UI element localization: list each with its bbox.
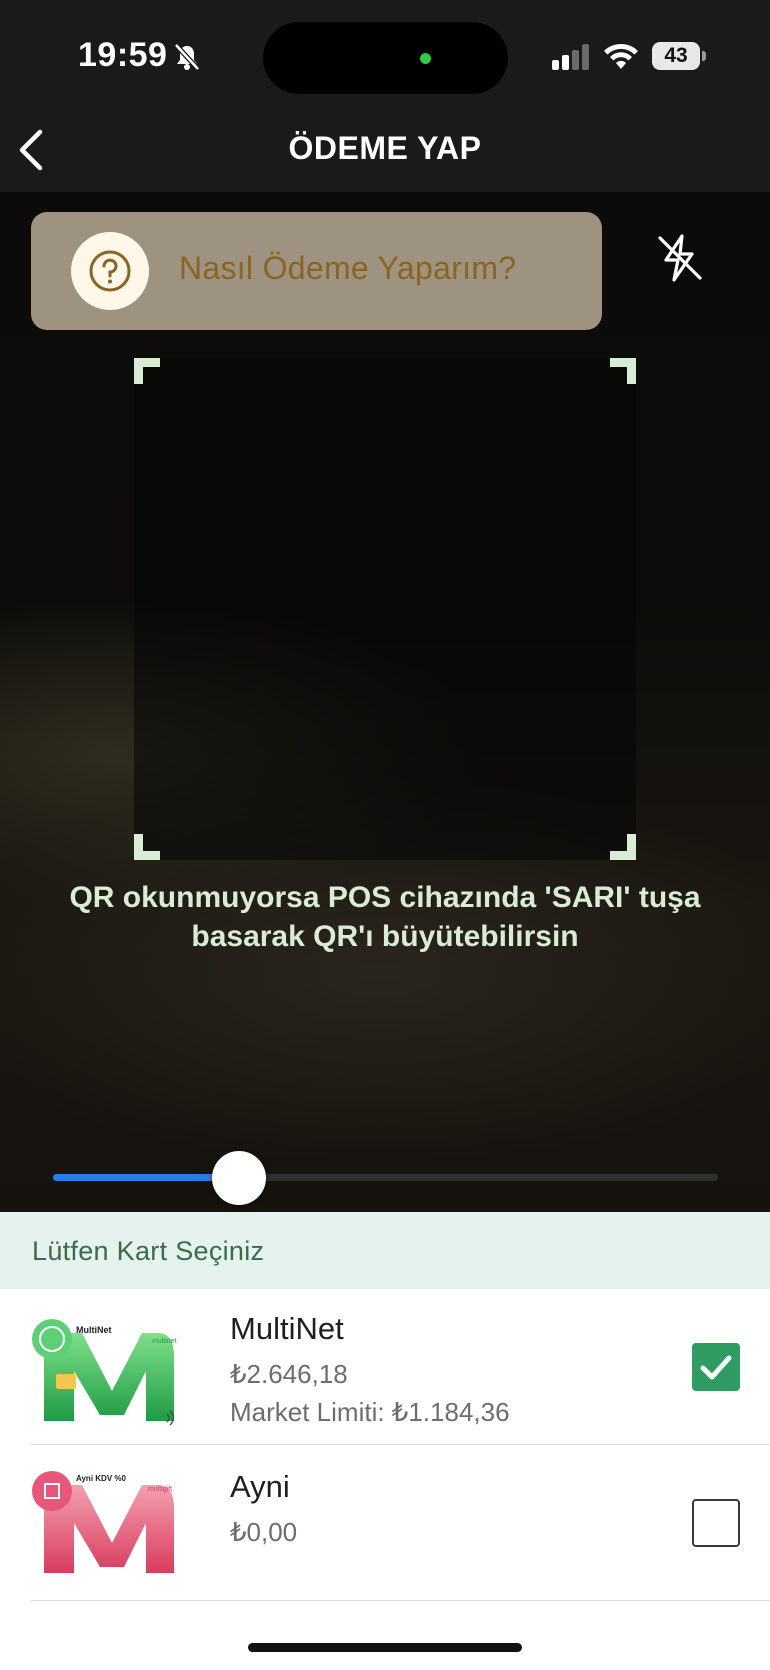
ayni-card-brand: multigift (148, 1486, 172, 1493)
page-title: ÖDEME YAP (288, 130, 482, 166)
camera-indicator-dot (420, 53, 431, 64)
flash-off-icon[interactable] (652, 230, 708, 286)
how-to-pay-label: Nasıl Ödeme Yaparım? (179, 250, 517, 286)
multinet-card-brand: multinet (152, 1338, 177, 1345)
frame-corner-top-right (610, 358, 636, 384)
card-name: MultiNet (230, 1311, 344, 1346)
qr-scan-frame (134, 358, 636, 860)
checkmark-icon (700, 1355, 732, 1380)
battery-level: 43 (652, 42, 700, 70)
card-balance: ₺0,00 (230, 1517, 298, 1547)
card-checkbox-multinet[interactable] (692, 1343, 740, 1391)
ayni-card-image: Ayni KDV %0 multigift (32, 1471, 174, 1573)
card-market-limit: Market Limiti: ₺1.184,36 (230, 1397, 510, 1427)
home-indicator[interactable] (248, 1643, 522, 1652)
header: ÖDEME YAP (0, 110, 770, 192)
status-bar: 19:59 43 (0, 0, 770, 110)
status-time: 19:59 (78, 36, 168, 74)
qr-hint-text: QR okunmuyorsa POS cihazında 'SARI' tuşa… (69, 881, 701, 953)
card-name: Ayni (230, 1469, 290, 1504)
card-section-title: Lütfen Kart Seçiniz (32, 1236, 265, 1266)
bell-off-icon (174, 43, 200, 71)
card-checkbox-ayni[interactable] (692, 1499, 740, 1547)
zoom-slider[interactable] (53, 1151, 718, 1205)
zoom-slider-thumb[interactable] (212, 1151, 267, 1205)
help-icon (71, 232, 149, 310)
signal-icon (552, 44, 589, 70)
card-section-header: Lütfen Kart Seçiniz (0, 1212, 770, 1289)
battery-tip (702, 51, 706, 61)
card-balance: ₺2.646,18 (230, 1359, 348, 1389)
frame-corner-bottom-right (610, 834, 636, 860)
qr-camera-view[interactable]: Nasıl Ödeme Yaparım? QR okunmuyorsa POS … (0, 192, 770, 1212)
frame-corner-bottom-left (134, 834, 160, 860)
row-divider (31, 1600, 770, 1601)
wifi-icon (604, 43, 638, 69)
multinet-card-label: MultiNet (76, 1325, 112, 1335)
multinet-card-image: MultiNet multinet (32, 1319, 177, 1426)
how-to-pay-button[interactable]: Nasıl Ödeme Yaparım? (31, 212, 602, 330)
frame-corner-top-left (134, 358, 160, 384)
battery-indicator: 43 (652, 42, 706, 70)
card-row-multinet[interactable]: MultiNet multinet MultiNet ₺2.646,18 Mar… (0, 1289, 770, 1445)
dynamic-island (263, 22, 508, 94)
ayni-card-label: Ayni KDV %0 (76, 1474, 126, 1483)
card-row-ayni[interactable]: Ayni KDV %0 multigift Ayni ₺0,00 (0, 1445, 770, 1601)
